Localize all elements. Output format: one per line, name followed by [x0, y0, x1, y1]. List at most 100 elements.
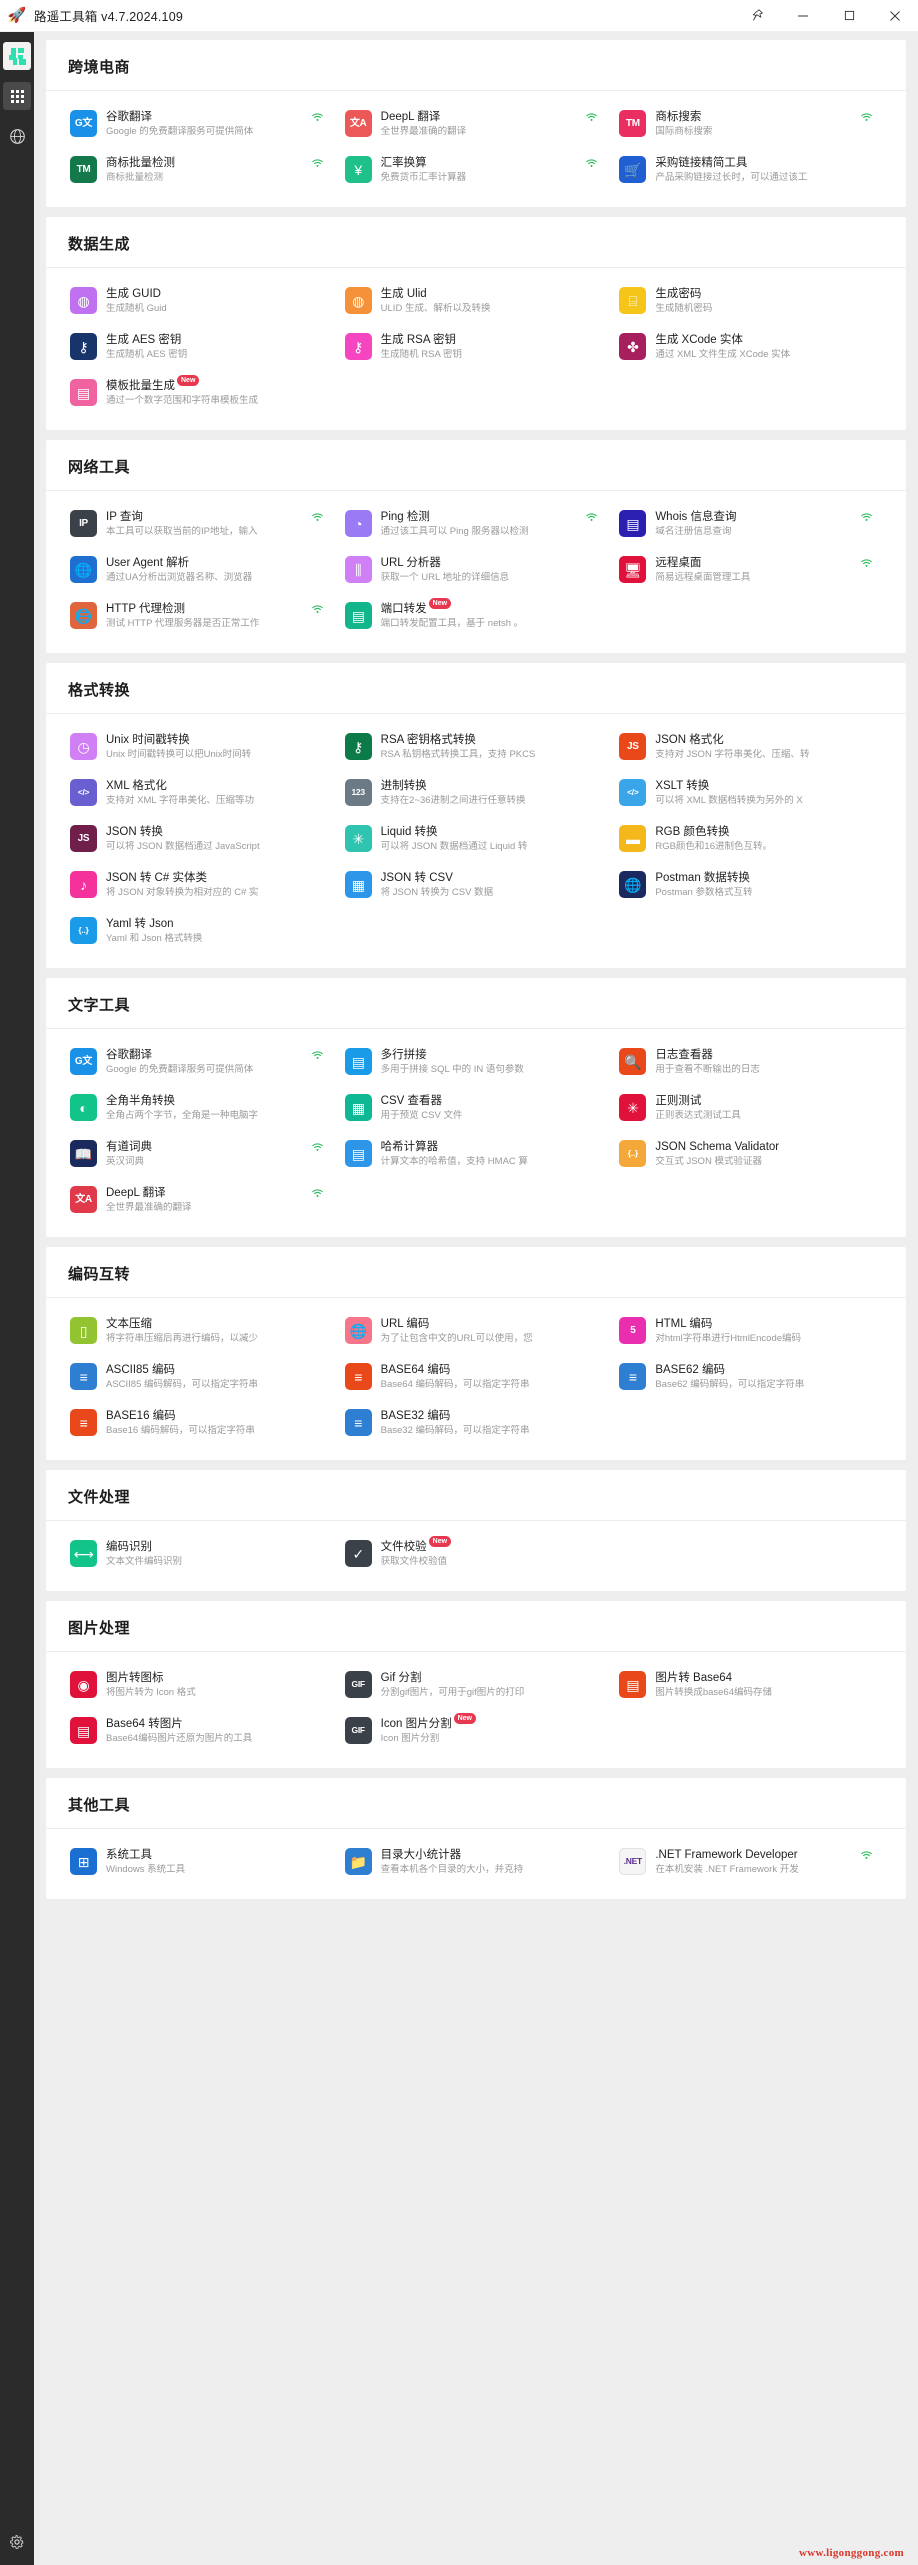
tool-card[interactable]: ▦ CSV 查看器 用于预览 CSV 文件 [339, 1085, 614, 1131]
tool-card[interactable]: GIF Icon 图片分割 New Icon 图片分割 [339, 1708, 614, 1754]
sidebar-item-all-tools[interactable] [3, 82, 31, 110]
tool-card[interactable]: ⚷ 生成 RSA 密钥 生成随机 RSA 密钥 [339, 324, 614, 370]
tool-card[interactable]: 🌐 Postman 数据转换 Postman 参数格式互转 [613, 862, 888, 908]
tool-card[interactable]: 📖 有道词典 英汉词典 [64, 1131, 339, 1177]
icon-glyph: 🛒 [624, 161, 642, 178]
tool-card[interactable]: ⚷ 生成 AES 密钥 生成随机 AES 密钥 [64, 324, 339, 370]
tool-card[interactable]: ▤ 哈希计算器 计算文本的哈希值，支持 HMAC 算 [339, 1131, 614, 1177]
tool-card[interactable]: 文A DeepL 翻译 全世界最准确的翻译 [339, 101, 614, 147]
tool-card[interactable]: 123 进制转换 支持在2~36进制之间进行任意转换 [339, 770, 614, 816]
tool-title: XML 格式化 [106, 780, 167, 792]
tool-card[interactable]: {..} JSON Schema Validator 交互式 JSON 模式验证器 [613, 1131, 888, 1177]
tool-card[interactable]: ✓ 文件校验 New 获取文件校验值 [339, 1531, 614, 1577]
tool-card[interactable]: ▬ RGB 颜色转换 RGB颜色和16进制色互转。 [613, 816, 888, 862]
tools-content[interactable]: 跨境电商 G文 谷歌翻译 Google 的免费翻译服务可提供简体 文A DeepL 翻译全… [34, 32, 918, 2565]
tool-description: 查看本机各个目录的大小，并克持 [380, 1864, 524, 1875]
sidebar-item-toolbox[interactable] [3, 42, 31, 70]
tool-title: IP 查询 [106, 511, 143, 523]
tool-card[interactable]: 🖥 远程桌面 简易远程桌面管理工具 [613, 547, 888, 593]
tool-card[interactable]: ◐ 全角半角转换 全角占两个字节，全角是一种电脑字 [64, 1085, 339, 1131]
tool-card[interactable]: ≡ ASCII85 编码 ASCII85 编码解码，可以指定字符串 [64, 1354, 339, 1400]
tool-title: RGB 颜色转换 [655, 826, 730, 838]
tool-card[interactable]: ✳ Liquid 转换 可以将 JSON 数据档通过 Liquid 转 [339, 816, 614, 862]
tool-card[interactable]: {..} Yaml 转 Json Yaml 和 Json 格式转换 [64, 908, 339, 954]
tool-card[interactable]: ⚷ RSA 密钥格式转换 RSA 私钥格式转换工具，支持 PKCS [339, 724, 614, 770]
online-wifi-icon [311, 113, 323, 122]
tool-card[interactable]: ◷ Unix 时间戳转换 Unix 时间戳转换可以把Unix时间转 [64, 724, 339, 770]
tool-card[interactable]: ✳ 正则测试 正则表达式测试工具 [613, 1085, 888, 1131]
tool-title: 编码识别 [106, 1541, 152, 1553]
tool-card[interactable]: GIF Gif 分割 分割gif图片，可用于gif图片的打印 [339, 1662, 614, 1708]
tool-card[interactable]: 文A DeepL 翻译 全世界最准确的翻译 [64, 1177, 339, 1223]
tool-card[interactable]: </> XSLT 转换 可以将 XML 数据档转换为另外的 X [613, 770, 888, 816]
tool-card[interactable]: ▤ 多行拼接 多用于拼接 SQL 中的 IN 语句参数 [339, 1039, 614, 1085]
sidebar-item-web-tools[interactable] [3, 122, 31, 150]
tool-card[interactable]: ▤ 模板批量生成 New 通过一个数字范围和字符串模板生成 [64, 370, 339, 416]
tool-card[interactable]: 🌐 URL 编码 为了让包含中文的URL可以使用，您 [339, 1308, 614, 1354]
tool-card[interactable]: ¥ 汇率换算 免费货币汇率计算器 [339, 147, 614, 193]
tool-card[interactable]: 🌐 HTTP 代理检测 测试 HTTP 代理服务器是否正常工作 [64, 593, 339, 639]
tool-card[interactable]: JS JSON 格式化 支持对 JSON 字符串美化、压缩、转 [613, 724, 888, 770]
tool-card[interactable]: ≡ BASE64 编码 Base64 编码解码，可以指定字符串 [339, 1354, 614, 1400]
tool-card[interactable]: ⌸ 生成密码 生成随机密码 [613, 278, 888, 324]
sidebar-item-settings[interactable] [9, 2534, 25, 2555]
tool-card[interactable]: ▯ 文本压缩 将字符串压缩后再进行编码，以减少 [64, 1308, 339, 1354]
section-title: 其他工具 [68, 1797, 131, 1814]
tool-title: 系统工具 [106, 1849, 152, 1861]
tool-card-body: ASCII85 编码 ASCII85 编码解码，可以指定字符串 [106, 1363, 331, 1391]
tool-card[interactable]: ▤ 端口转发 New 端口转发配置工具，基于 netsh 。 [339, 593, 614, 639]
tool-card[interactable]: ✤ 生成 XCode 实体 通过 XML 文件生成 XCode 实体 [613, 324, 888, 370]
port-forward-icon: ▤ [344, 602, 372, 629]
tool-card-body: Unix 时间戳转换 Unix 时间戳转换可以把Unix时间转 [106, 733, 331, 761]
tool-card[interactable]: G文 谷歌翻译 Google 的免费翻译服务可提供简体 [64, 1039, 339, 1085]
tool-card[interactable]: ▦ JSON 转 CSV 将 JSON 转换为 CSV 数据 [339, 862, 614, 908]
tool-card[interactable]: ◍ 生成 GUID 生成随机 Guid [64, 278, 339, 324]
section-header: 文件处理 [46, 1470, 906, 1521]
tool-description: 用于预览 CSV 文件 [380, 1110, 463, 1121]
tool-title: RSA 密钥格式转换 [380, 734, 476, 746]
tool-card[interactable]: 🌐 User Agent 解析 通过UA分析出浏览器名称、浏览器 [64, 547, 339, 593]
maximize-icon[interactable] [826, 0, 872, 32]
tool-card[interactable]: ◔ Ping 检测 通过该工具可以 Ping 服务器以检测 [339, 501, 614, 547]
tool-card-body: 汇率换算 免费货币汇率计算器 [381, 156, 606, 184]
tool-card[interactable]: TM 商标批量检测 商标批量检测 [64, 147, 339, 193]
icon-glyph: 🌐 [624, 876, 642, 893]
tool-title: 商标批量检测 [106, 157, 175, 169]
tool-card-body: 端口转发 New 端口转发配置工具，基于 netsh 。 [381, 598, 606, 630]
tool-description: 分割gif图片，可用于gif图片的打印 [380, 1687, 525, 1698]
tool-card[interactable]: 📁 目录大小统计器 查看本机各个目录的大小，并克持 [339, 1839, 614, 1885]
tool-title: 文件校验 [380, 1541, 427, 1553]
pin-icon[interactable] [734, 0, 780, 32]
icon-glyph: IP [79, 517, 88, 529]
encoding-detect-icon: ⟷ [70, 1540, 97, 1567]
close-icon[interactable] [872, 0, 918, 32]
tool-card[interactable]: ≡ BASE62 编码 Base62 编码解码，可以指定字符串 [613, 1354, 888, 1400]
tool-card[interactable]: ≡ BASE32 编码 Base32 编码解码，可以指定字符串 [339, 1400, 614, 1446]
tool-card[interactable]: ⟷ 编码识别 文本文件编码识别 [64, 1531, 339, 1577]
tool-card[interactable]: G文 谷歌翻译 Google 的免费翻译服务可提供简体 [64, 101, 339, 147]
tool-card[interactable]: 5 HTML 编码 对html字符串进行HtmlEncode编码 [613, 1308, 888, 1354]
icon-glyph: ◉ [77, 1676, 90, 1693]
icon-glyph: ◍ [77, 292, 90, 309]
tool-title: BASE62 编码 [655, 1364, 725, 1376]
tool-card[interactable]: ♪ JSON 转 C# 实体类将 JSON 对象转换为相对应的 C# 实 [64, 862, 339, 908]
tool-card-body: Liquid 转换 可以将 JSON 数据档通过 Liquid 转 [381, 825, 606, 853]
tool-card[interactable]: ◍ 生成 Ulid ULID 生成、解析以及转换 [339, 278, 614, 324]
xml-format-icon: </> [70, 779, 97, 806]
tool-title: Postman 数据转换 [655, 872, 750, 884]
tool-card[interactable]: ▤ Whois 信息查询 域名注册信息查询 [613, 501, 888, 547]
tool-card[interactable]: ▤ 图片转 Base64 图片转换成base64编码存储 [613, 1662, 888, 1708]
tool-card[interactable]: ≡ BASE16 编码 Base16 编码解码，可以指定字符串 [64, 1400, 339, 1446]
tool-card[interactable]: 🛒 采购链接精简工具 产品采购链接过长时，可以通过该工 [613, 147, 888, 193]
tool-card[interactable]: ⫼ URL 分析器 获取一个 URL 地址的详细信息 [339, 547, 614, 593]
tool-card[interactable]: .NET .NET Framework Developer 在本机安装 .NET F… [613, 1839, 888, 1885]
tool-card[interactable]: </> XML 格式化 支持对 XML 字符串美化、压缩等功 [64, 770, 339, 816]
tool-card[interactable]: ◉ 图片转图标 将图片转为 Icon 格式 [64, 1662, 339, 1708]
tool-card[interactable]: 🔍 日志查看器 用于查看不断输出的日志 [613, 1039, 888, 1085]
tool-card[interactable]: TM 商标搜索 国际商标搜索 [613, 101, 888, 147]
tool-card[interactable]: IP IP 查询 本工具可以获取当前的IP地址，输入 [64, 501, 339, 547]
tool-card[interactable]: ▤ Base64 转图片 Base64编码图片还原为图片的工具 [64, 1708, 339, 1754]
tool-card[interactable]: JS JSON 转换 可以将 JSON 数据档通过 JavaScript [64, 816, 339, 862]
tool-card[interactable]: ⊞ 系统工具 Windows 系统工具 [64, 1839, 339, 1885]
minimize-icon[interactable] [780, 0, 826, 32]
